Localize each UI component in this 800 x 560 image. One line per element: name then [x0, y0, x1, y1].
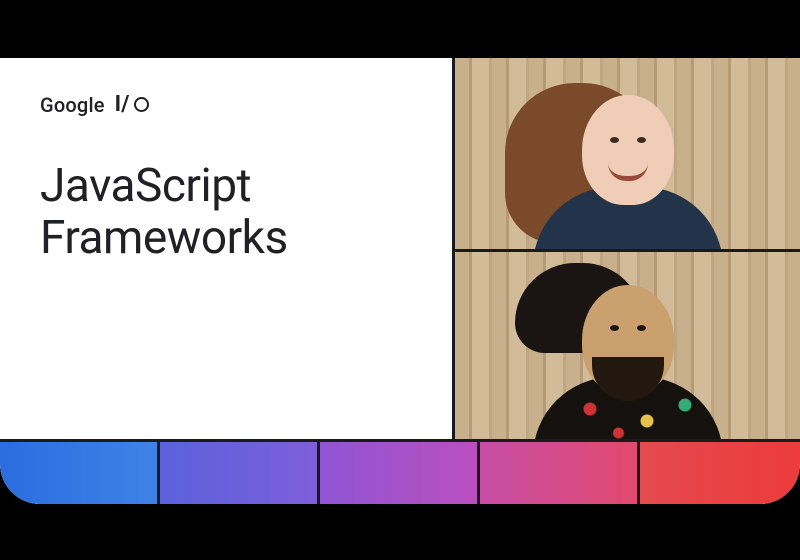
content-grid: Google I/ JavaScript Frameworks: [0, 58, 800, 442]
rainbow-seg-blue: [0, 442, 160, 504]
rainbow-seg-red: [640, 442, 800, 504]
speaker-bottom: [455, 249, 800, 440]
io-slash-icon: I/: [115, 92, 130, 117]
title-line-2: Frameworks: [40, 211, 288, 265]
video-title-card: Google I/ JavaScript Frameworks: [0, 58, 800, 504]
talk-title: JavaScript Frameworks: [40, 161, 412, 264]
speaker-top: [455, 58, 800, 249]
io-circle-icon: [134, 97, 149, 112]
io-logo: I/: [115, 92, 149, 117]
letterbox-top: [0, 0, 800, 58]
title-line-1: JavaScript: [40, 159, 251, 213]
brand-lockup: Google I/: [40, 92, 412, 117]
rainbow-seg-pink: [480, 442, 640, 504]
speaker-headshot: [533, 95, 723, 249]
letterbox-bottom: [0, 504, 800, 560]
brand-name: Google: [40, 93, 105, 117]
rainbow-footer: [0, 442, 800, 504]
speakers-grid: [455, 58, 800, 439]
text-panel: Google I/ JavaScript Frameworks: [0, 58, 455, 439]
rainbow-seg-purple: [320, 442, 480, 504]
speaker-headshot: [533, 285, 723, 439]
rainbow-seg-indigo: [160, 442, 320, 504]
